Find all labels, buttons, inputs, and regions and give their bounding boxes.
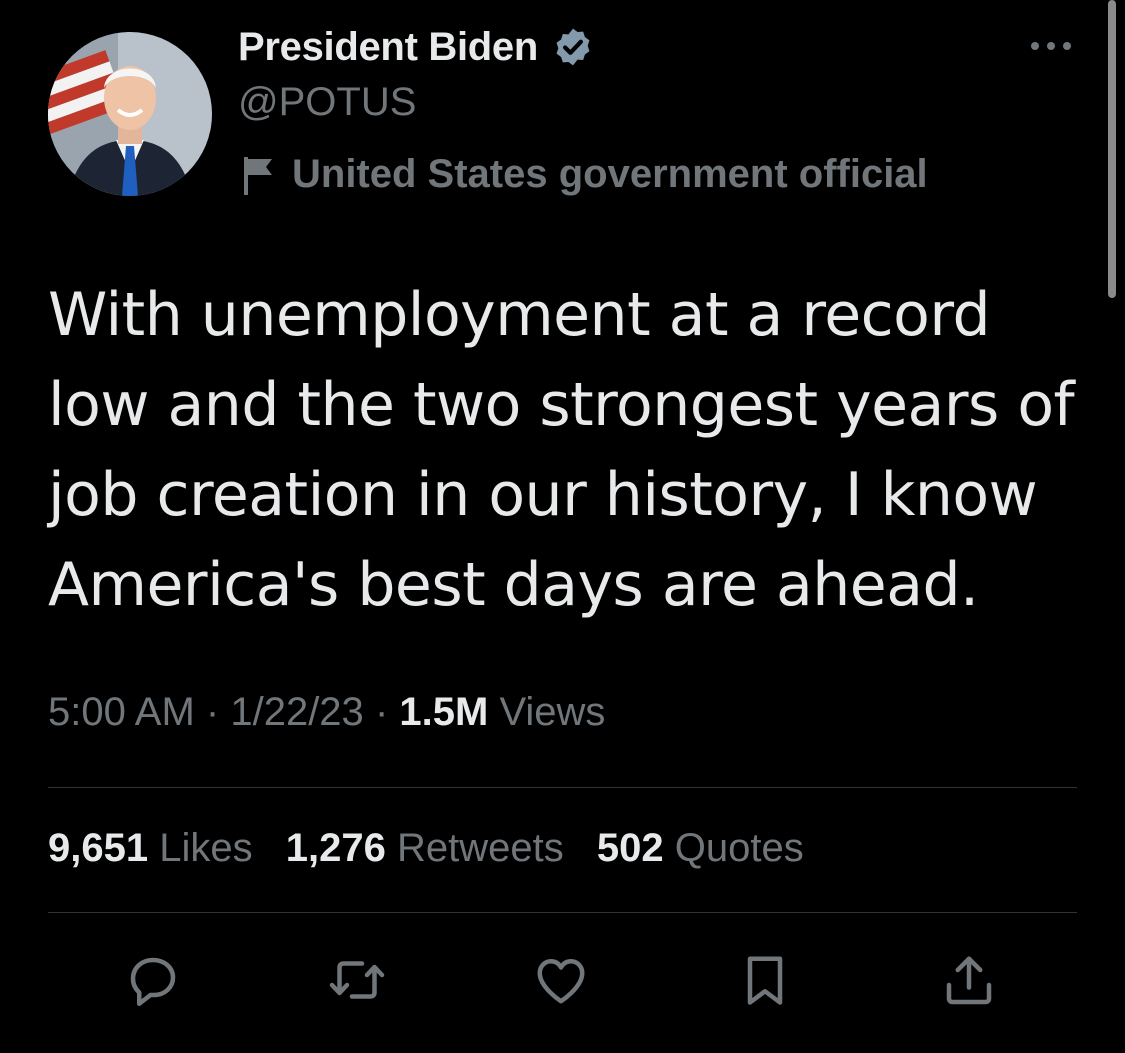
profile-photo [48, 32, 212, 196]
quotes-count: 502 [596, 826, 664, 870]
like-icon[interactable] [531, 950, 591, 1010]
government-label-text: United States government official [292, 152, 928, 196]
government-official-label[interactable]: United States government official [242, 152, 928, 197]
views-count: 1.5M [399, 690, 489, 734]
views-label: Views [499, 690, 606, 734]
retweets-stat[interactable]: 1,276 Retweets [286, 826, 575, 870]
scrollbar-thumb[interactable] [1108, 0, 1116, 298]
tweet-time[interactable]: 5:00 AM [48, 690, 195, 734]
action-bar [0, 950, 1125, 1010]
flag-icon [244, 156, 272, 195]
tweet-text: With unemployment at a record low and th… [48, 280, 1075, 620]
likes-label: Likes [159, 826, 253, 870]
divider-bottom [48, 912, 1077, 913]
tweet-meta: 5:00 AM · 1/22/23 · 1.5M Views [48, 690, 605, 735]
more-options-icon[interactable] [1028, 36, 1074, 56]
retweet-icon[interactable] [327, 950, 387, 1010]
verified-badge-icon [552, 26, 594, 68]
tweet-date[interactable]: 1/22/23 [230, 690, 363, 734]
display-name[interactable]: President Biden [238, 25, 538, 70]
author-handle[interactable]: @POTUS [238, 80, 416, 125]
profile-avatar[interactable] [48, 32, 212, 196]
quotes-label: Quotes [674, 826, 804, 870]
meta-separator: · [205, 690, 220, 734]
quotes-stat[interactable]: 502 Quotes [597, 826, 804, 870]
reply-icon[interactable] [123, 950, 183, 1010]
likes-count: 9,651 [48, 826, 149, 870]
retweets-label: Retweets [396, 826, 564, 870]
tweet-stats: 9,651 Likes 1,276 Retweets 502 Quotes [48, 826, 826, 871]
meta-separator-2: · [374, 690, 389, 734]
bookmark-icon[interactable] [735, 950, 795, 1010]
retweets-count: 1,276 [285, 826, 386, 870]
likes-stat[interactable]: 9,651 Likes [48, 826, 264, 870]
share-icon[interactable] [939, 950, 999, 1010]
divider-top [48, 787, 1077, 788]
author-name-row[interactable]: President Biden [238, 22, 594, 72]
